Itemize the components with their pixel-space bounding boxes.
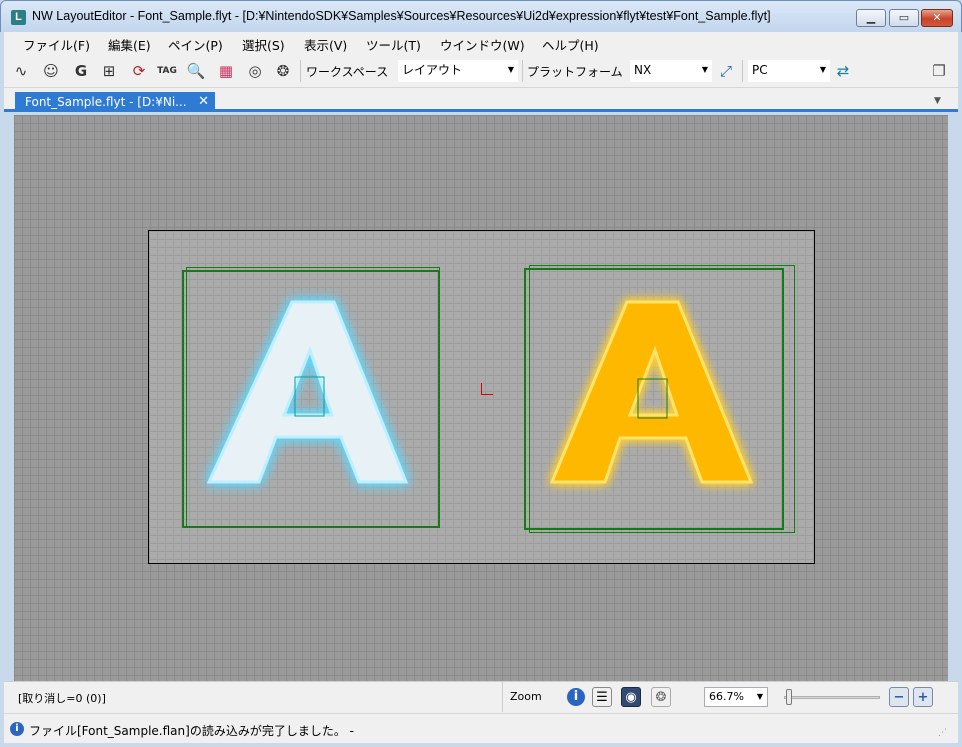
- menu-file[interactable]: ファイル(F): [23, 35, 90, 54]
- list-view-icon[interactable]: ☰: [592, 687, 612, 707]
- toolbar-separator: [742, 60, 743, 82]
- resize-grip-icon[interactable]: ⋰: [938, 728, 947, 738]
- workspace-label: ワークスペース: [306, 65, 389, 79]
- menu-view[interactable]: 表示(V): [304, 35, 347, 54]
- app-icon: L: [11, 10, 26, 25]
- smiley-icon[interactable]: ☺: [40, 60, 62, 82]
- workspace-value: レイアウト: [402, 63, 463, 77]
- chevron-down-icon: ▼: [756, 692, 763, 701]
- minimize-button[interactable]: ▁: [856, 9, 886, 27]
- toolbar-separator: [300, 60, 301, 82]
- layout-canvas[interactable]: [14, 115, 948, 681]
- refresh-icon[interactable]: ⟳: [128, 60, 150, 82]
- chevron-down-icon: ▼: [507, 65, 514, 74]
- zoom-out-icon[interactable]: −: [889, 687, 909, 707]
- connect-icon[interactable]: ⤢: [715, 60, 737, 82]
- close-icon[interactable]: ✕: [198, 92, 209, 112]
- platform-select[interactable]: NX ▼: [630, 60, 712, 82]
- target-value: PC: [752, 63, 768, 77]
- chevron-down-icon: ▼: [701, 65, 708, 74]
- grid-toggle-icon[interactable]: ❂: [651, 687, 671, 707]
- origin-marker: [481, 394, 493, 395]
- document-tab-strip: Font_Sample.flyt - [D:¥Ni... ✕ ▼: [4, 88, 958, 112]
- tab-font-sample[interactable]: Font_Sample.flyt - [D:¥Ni... ✕: [15, 92, 215, 112]
- menu-edit[interactable]: 編集(E): [108, 35, 151, 54]
- origin-marker: [481, 383, 482, 395]
- window-layout-icon[interactable]: ❐: [928, 60, 950, 82]
- zoom-select[interactable]: 66.7% ▼: [704, 687, 768, 707]
- info-message: ファイル[Font_Sample.flan]の読み込みが完了しました。 -: [29, 724, 354, 738]
- fire-a-right: [549, 300, 754, 484]
- toolbar-separator: [522, 60, 523, 82]
- chevron-down-icon: ▼: [819, 65, 826, 74]
- info-icon[interactable]: i: [567, 688, 585, 706]
- glyph-layer: [206, 300, 754, 484]
- maximize-button[interactable]: ▭: [889, 9, 919, 27]
- eye-icon[interactable]: ◉: [621, 687, 641, 707]
- multi-target-icon[interactable]: ❂: [272, 60, 294, 82]
- undo-status: [取り消し=0 (0)]: [18, 692, 106, 705]
- curve-editor-icon[interactable]: ∿: [10, 60, 32, 82]
- platform-value: NX: [634, 63, 652, 77]
- color-palette-icon[interactable]: ▦: [215, 60, 237, 82]
- zoom-label: Zoom: [510, 690, 542, 703]
- close-button[interactable]: ✕: [921, 9, 953, 27]
- tag-icon[interactable]: TAG: [156, 60, 178, 82]
- menu-help[interactable]: ヘルプ(H): [542, 35, 599, 54]
- workspace-select[interactable]: レイアウト ▼: [398, 60, 518, 82]
- title-bar: L NW LayoutEditor - Font_Sample.flyt - […: [0, 0, 962, 32]
- search-icon[interactable]: 🔍: [185, 60, 207, 82]
- zoom-value: 66.7%: [709, 690, 744, 703]
- glow-a-left: [206, 300, 409, 484]
- tab-list-dropdown[interactable]: ▼: [934, 96, 941, 106]
- sync-icon[interactable]: ⇄: [832, 60, 854, 82]
- menu-tools[interactable]: ツール(T): [366, 35, 421, 54]
- target-icon[interactable]: ◎: [244, 60, 266, 82]
- target-select[interactable]: PC ▼: [748, 60, 830, 82]
- window-title: NW LayoutEditor - Font_Sample.flyt - [D:…: [32, 9, 771, 23]
- status-separator: [502, 682, 503, 712]
- menu-pane[interactable]: ペイン(P): [168, 35, 223, 54]
- platform-label: プラットフォーム: [527, 65, 623, 79]
- hierarchy-icon[interactable]: ⊞: [98, 60, 120, 82]
- toolbar: ∿ ☺ G ⊞ ⟳ TAG 🔍 ▦ ◎ ❂ ワークスペース レイアウト ▼ プラ…: [4, 54, 958, 88]
- menu-select[interactable]: 選択(S): [242, 35, 285, 54]
- zoom-slider-thumb[interactable]: [786, 689, 792, 705]
- status-bar: [取り消し=0 (0)] Zoom i ☰ ◉ ❂ 66.7% ▼ − +: [4, 681, 958, 713]
- menu-bar: ファイル(F) 編集(E) ペイン(P) 選択(S) 表示(V) ツール(T) …: [4, 32, 958, 54]
- info-bar: i ファイル[Font_Sample.flan]の読み込みが完了しました。 - …: [4, 713, 958, 743]
- zoom-slider-track[interactable]: [784, 696, 880, 699]
- menu-window[interactable]: ウインドウ(W): [440, 35, 525, 54]
- g-icon[interactable]: G: [70, 60, 92, 82]
- tab-label: Font_Sample.flyt - [D:¥Ni...: [25, 95, 187, 109]
- info-icon: i: [10, 722, 24, 736]
- zoom-in-icon[interactable]: +: [913, 687, 933, 707]
